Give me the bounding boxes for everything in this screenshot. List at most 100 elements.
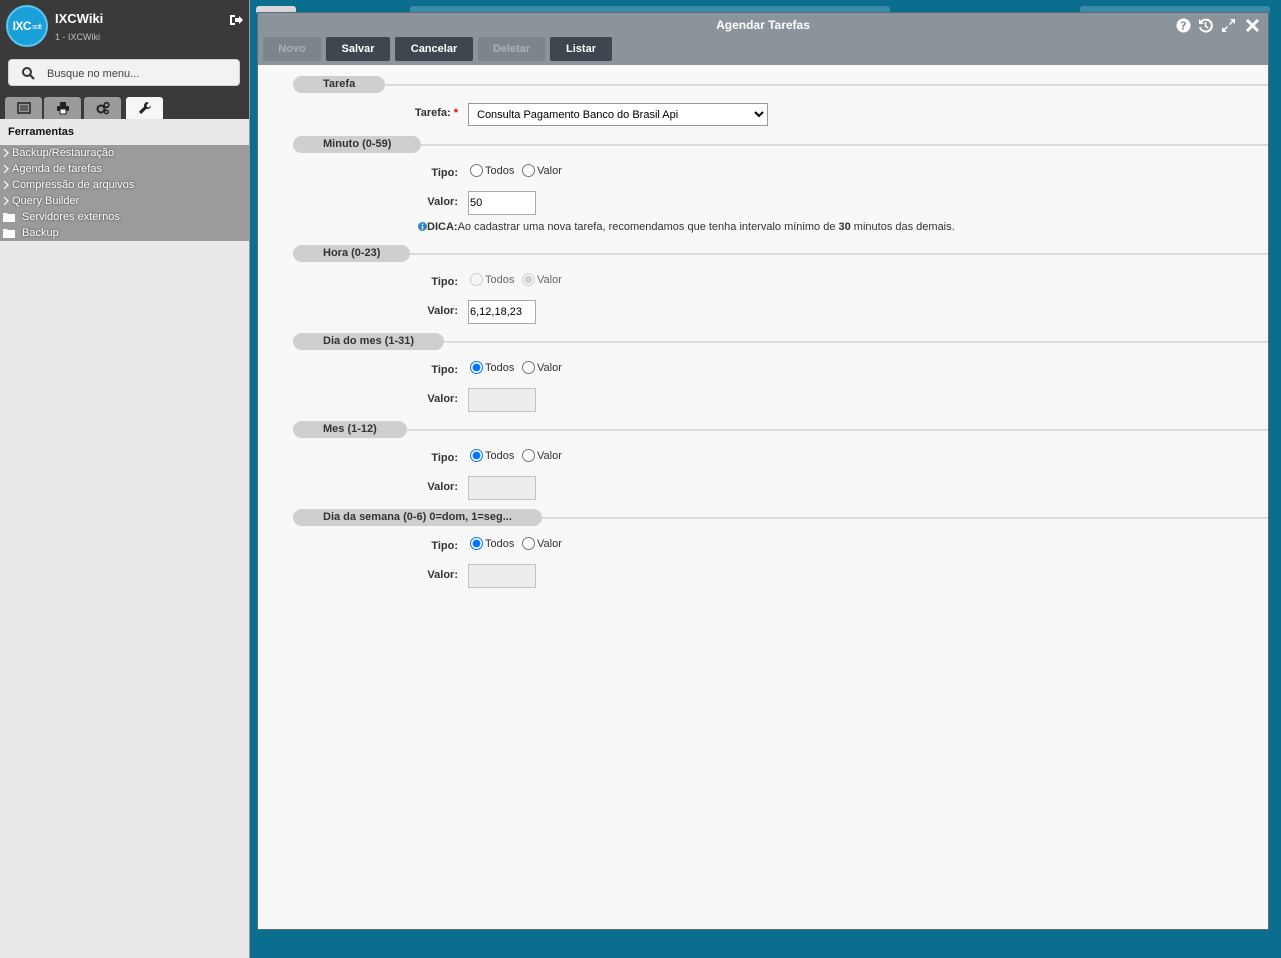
radio-label: Valor bbox=[537, 361, 562, 374]
tab-print[interactable] bbox=[44, 97, 81, 119]
window-titlebar[interactable]: Agendar Tarefas ? Novo Salvar Cancelar D… bbox=[258, 13, 1268, 65]
info-icon bbox=[418, 222, 427, 231]
window-title: Agendar Tarefas bbox=[716, 18, 810, 32]
fieldset-line bbox=[385, 84, 1268, 86]
close-icon[interactable] bbox=[1245, 18, 1260, 33]
ixcsoft-logo[interactable]: IXC soft bbox=[6, 5, 48, 47]
mes-valor-label: Valor: bbox=[427, 481, 458, 493]
tip-text: Ao cadastrar uma nova tarefa, recomendam… bbox=[457, 221, 839, 233]
dia-semana-todos-option[interactable]: Todos bbox=[468, 537, 514, 550]
sidebar-item-agenda-de-tarefas[interactable]: Agenda de tarefas bbox=[0, 161, 249, 177]
dia-semana-todos-radio[interactable] bbox=[470, 537, 483, 550]
radio-label: Valor bbox=[537, 449, 562, 462]
radio-label: Todos bbox=[485, 537, 515, 550]
chevron-right-icon bbox=[3, 149, 9, 157]
fieldset-line bbox=[410, 253, 1268, 255]
hora-valor-input[interactable] bbox=[468, 300, 536, 324]
fieldset-dia-semana: Dia da semana (0-6) 0=dom, 1=seg... bbox=[293, 509, 542, 526]
fieldset-line bbox=[407, 429, 1268, 431]
dia-mes-valor-label: Valor: bbox=[427, 393, 458, 405]
dia-semana-valor-radio[interactable] bbox=[522, 537, 535, 550]
tab-settings[interactable] bbox=[84, 97, 121, 119]
tarefa-select[interactable]: Consulta Pagamento Banco do Brasil Api bbox=[468, 103, 768, 126]
hora-valor-label: Valor: bbox=[427, 305, 458, 317]
fieldset-dia-mes: Dia do mes (1-31) bbox=[293, 333, 444, 350]
sidebar-item-label: Backup/Restauração bbox=[12, 147, 115, 159]
deletar-button[interactable]: Deletar bbox=[478, 37, 545, 61]
minuto-tip: DICA:Ao cadastrar uma nova tarefa, recom… bbox=[418, 221, 955, 233]
cancelar-button[interactable]: Cancelar bbox=[395, 37, 473, 61]
dia-mes-valor-option[interactable]: Valor bbox=[520, 361, 562, 374]
fieldset-line bbox=[421, 144, 1268, 146]
sidebar-item-label: Agenda de tarefas bbox=[12, 163, 102, 175]
radio-label: Valor bbox=[537, 164, 562, 177]
tarefa-label: Tarefa: * bbox=[258, 107, 458, 119]
fieldset-tarefa: Tarefa bbox=[293, 76, 385, 93]
history-icon[interactable] bbox=[1198, 18, 1213, 33]
minuto-valor-label: Valor: bbox=[427, 196, 458, 208]
fieldset-minuto: Minuto (0-59) bbox=[293, 136, 421, 153]
mes-valor-input[interactable] bbox=[468, 476, 536, 500]
help-icon[interactable]: ? bbox=[1176, 18, 1191, 33]
minuto-todos-option[interactable]: Todos bbox=[468, 164, 514, 177]
app-name: IXCWiki bbox=[55, 11, 104, 26]
dia-mes-todos-option[interactable]: Todos bbox=[468, 361, 514, 374]
sidebar-item-label: Query Builder bbox=[12, 195, 80, 207]
salvar-button[interactable]: Salvar bbox=[326, 37, 390, 61]
hora-valor-option[interactable]: Valor bbox=[520, 273, 562, 286]
radio-label: Todos bbox=[485, 449, 515, 462]
dia-semana-valor-input[interactable] bbox=[468, 564, 536, 588]
minuto-valor-option[interactable]: Valor bbox=[520, 164, 562, 177]
chevron-right-icon bbox=[3, 165, 9, 173]
novo-button[interactable]: Novo bbox=[263, 37, 321, 61]
menu-search-input[interactable] bbox=[45, 64, 235, 84]
sidebar: IXC soft IXCWiki 1 - IXCWiki Busque no m… bbox=[0, 0, 250, 958]
sidebar-item-compressao[interactable]: Compressão de arquivos bbox=[0, 177, 249, 193]
gears-icon bbox=[96, 101, 110, 115]
radio-label: Todos bbox=[485, 273, 515, 286]
mes-tipo-label: Tipo: bbox=[431, 452, 458, 464]
mes-valor-option[interactable]: Valor bbox=[520, 449, 562, 462]
sidebar-item-backup-restauracao[interactable]: Backup/Restauração bbox=[0, 145, 249, 161]
radio-label: Valor bbox=[537, 273, 562, 286]
dia-mes-valor-radio[interactable] bbox=[522, 361, 535, 374]
expand-icon[interactable] bbox=[1221, 18, 1236, 33]
chevron-right-icon bbox=[3, 181, 9, 189]
dia-semana-valor-label: Valor: bbox=[427, 569, 458, 581]
folder-icon bbox=[3, 229, 15, 238]
tab-tools[interactable] bbox=[126, 97, 163, 119]
minuto-todos-radio[interactable] bbox=[470, 164, 483, 177]
tab-list[interactable] bbox=[5, 97, 42, 119]
print-icon bbox=[56, 102, 69, 115]
sidebar-item-backup[interactable]: Backup bbox=[0, 225, 249, 241]
mes-todos-radio[interactable] bbox=[470, 449, 483, 462]
mes-valor-radio[interactable] bbox=[522, 449, 535, 462]
hora-todos-option[interactable]: Todos bbox=[468, 273, 514, 286]
sidebar-menu: Backup/Restauração Agenda de tarefas Com… bbox=[0, 145, 249, 241]
minuto-valor-radio[interactable] bbox=[522, 164, 535, 177]
sidebar-item-query-builder[interactable]: Query Builder bbox=[0, 193, 249, 209]
dia-mes-todos-radio[interactable] bbox=[470, 361, 483, 374]
dia-mes-valor-input[interactable] bbox=[468, 388, 536, 412]
minuto-tipo-label: Tipo: bbox=[431, 167, 458, 179]
hora-todos-radio[interactable] bbox=[470, 273, 483, 286]
dia-mes-tipo-label: Tipo: bbox=[431, 364, 458, 376]
minuto-valor-input[interactable] bbox=[468, 191, 536, 215]
logout-icon[interactable] bbox=[229, 13, 243, 27]
hora-valor-radio[interactable] bbox=[522, 273, 535, 286]
chevron-right-icon bbox=[3, 197, 9, 205]
sidebar-item-label: Backup bbox=[22, 227, 59, 239]
menu-search bbox=[8, 59, 240, 86]
search-icon bbox=[22, 67, 35, 80]
sidebar-header: IXC soft IXCWiki 1 - IXCWiki bbox=[0, 0, 249, 119]
listar-button[interactable]: Listar bbox=[550, 37, 612, 61]
mes-todos-option[interactable]: Todos bbox=[468, 449, 514, 462]
dia-semana-valor-option[interactable]: Valor bbox=[520, 537, 562, 550]
required-marker: * bbox=[453, 107, 458, 119]
sidebar-item-servidores-externos[interactable]: Servidores externos bbox=[0, 209, 249, 225]
fieldset-legend: Minuto (0-59) bbox=[323, 138, 392, 150]
sidebar-item-label: Compressão de arquivos bbox=[12, 179, 135, 191]
fieldset-hora: Hora (0-23) bbox=[293, 245, 410, 262]
fieldset-line bbox=[444, 341, 1268, 343]
fieldset-legend: Tarefa bbox=[323, 78, 356, 90]
